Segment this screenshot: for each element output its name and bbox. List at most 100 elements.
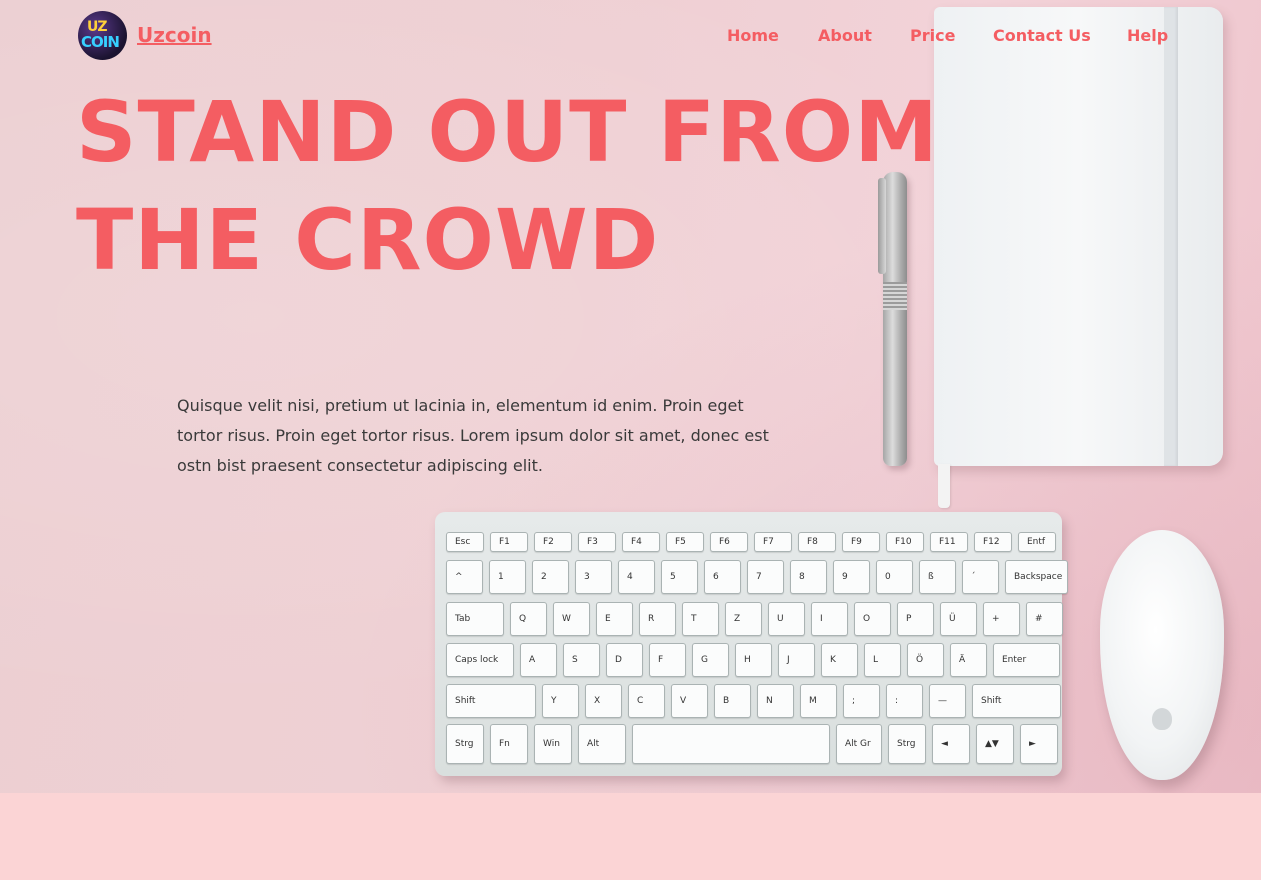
key-label: F10 bbox=[895, 537, 912, 547]
nav-contact-us[interactable]: Contact Us bbox=[993, 26, 1091, 45]
key-label: Alt Gr bbox=[845, 739, 871, 749]
hero-section: Esc F1 F2 F3 F4 F5 F6 F7 F8 F9 F10 F11 F12 Entf ^ 1 2 3 4 5… bbox=[0, 0, 1261, 793]
key: 2 bbox=[532, 560, 569, 594]
key-label: G bbox=[701, 655, 708, 665]
mouse-image bbox=[1100, 530, 1224, 780]
key: 9 bbox=[833, 560, 870, 594]
key-label: 4 bbox=[627, 572, 633, 582]
headline-line-1: STAND OUT FROM bbox=[76, 83, 939, 181]
key-label: Z bbox=[734, 614, 741, 624]
key: ► bbox=[1020, 724, 1058, 764]
nav-about[interactable]: About bbox=[818, 26, 872, 45]
key-label: H bbox=[744, 655, 751, 665]
key-label: F11 bbox=[939, 537, 956, 547]
key-label: C bbox=[637, 696, 644, 706]
nav-price[interactable]: Price bbox=[910, 26, 955, 45]
key-label: F5 bbox=[675, 537, 686, 547]
nav-home[interactable]: Home bbox=[727, 26, 779, 45]
key: V bbox=[671, 684, 708, 718]
key: Ä bbox=[950, 643, 987, 677]
key: F9 bbox=[842, 532, 880, 552]
key: Enter bbox=[993, 643, 1060, 677]
keyboard-row: Tab Q W E R T Z U I O P Ü + # bbox=[446, 602, 1063, 636]
key: Win bbox=[534, 724, 572, 764]
key-label: 5 bbox=[670, 572, 676, 582]
hero-description: Quisque velit nisi, pretium ut lacinia i… bbox=[177, 396, 769, 475]
key-label: A bbox=[529, 655, 536, 665]
key: # bbox=[1026, 602, 1063, 636]
key: Ö bbox=[907, 643, 944, 677]
nav-help[interactable]: Help bbox=[1127, 26, 1168, 45]
notebook-ribbon bbox=[938, 464, 950, 508]
key: Caps lock bbox=[446, 643, 514, 677]
key-space bbox=[632, 724, 830, 764]
key-label: X bbox=[594, 696, 601, 706]
key: N bbox=[757, 684, 794, 718]
key: H bbox=[735, 643, 772, 677]
key: 5 bbox=[661, 560, 698, 594]
key-label: L bbox=[873, 655, 879, 665]
key-label: F bbox=[658, 655, 664, 665]
key: F5 bbox=[666, 532, 704, 552]
key-label: U bbox=[777, 614, 784, 624]
key: ^ bbox=[446, 560, 483, 594]
key: F7 bbox=[754, 532, 792, 552]
key-label: V bbox=[680, 696, 687, 706]
key-label: 9 bbox=[842, 572, 848, 582]
key: F2 bbox=[534, 532, 572, 552]
key: ; bbox=[843, 684, 880, 718]
key: Backspace bbox=[1005, 560, 1068, 594]
key-label: Ö bbox=[916, 655, 924, 665]
key-label: M bbox=[809, 696, 817, 706]
key-label: I bbox=[820, 614, 823, 624]
key-label: W bbox=[562, 614, 571, 624]
keyboard-row: Shift Y X C V B N M;: — Shift bbox=[446, 684, 1061, 718]
key-label: Win bbox=[543, 739, 560, 749]
key: B bbox=[714, 684, 751, 718]
key-label: Enter bbox=[1002, 655, 1027, 665]
key: 7 bbox=[747, 560, 784, 594]
key: Fn bbox=[490, 724, 528, 764]
apple-logo-icon bbox=[1152, 708, 1172, 730]
key-label: D bbox=[615, 655, 622, 665]
key: Entf bbox=[1018, 532, 1056, 552]
brand-name[interactable]: Uzcoin bbox=[137, 23, 212, 47]
key-label: 3 bbox=[584, 572, 590, 582]
key: ß bbox=[919, 560, 956, 594]
key: G bbox=[692, 643, 729, 677]
key-label: F1 bbox=[499, 537, 510, 547]
key: C bbox=[628, 684, 665, 718]
key-label: F2 bbox=[543, 537, 554, 547]
key: F4 bbox=[622, 532, 660, 552]
key-label: ; bbox=[852, 696, 856, 706]
key-label: E bbox=[605, 614, 611, 624]
key-label: 1 bbox=[498, 572, 504, 582]
key: W bbox=[553, 602, 590, 636]
key: Ü bbox=[940, 602, 977, 636]
key-label: # bbox=[1035, 614, 1043, 624]
key-label: T bbox=[691, 614, 697, 624]
key: U bbox=[768, 602, 805, 636]
key-label: + bbox=[992, 614, 1000, 624]
key: 8 bbox=[790, 560, 827, 594]
key: S bbox=[563, 643, 600, 677]
key-label: Backspace bbox=[1014, 572, 1063, 582]
key: I bbox=[811, 602, 848, 636]
key: R bbox=[639, 602, 676, 636]
key: Q bbox=[510, 602, 547, 636]
key-label: B bbox=[723, 696, 730, 706]
key-label: F6 bbox=[719, 537, 730, 547]
key-label: Esc bbox=[455, 537, 471, 547]
key-label: 2 bbox=[541, 572, 547, 582]
key-label: P bbox=[906, 614, 912, 624]
key-label: Shift bbox=[981, 696, 1002, 706]
key: F3 bbox=[578, 532, 616, 552]
key-label: R bbox=[648, 614, 655, 624]
key-label: Ü bbox=[949, 614, 956, 624]
key-label: O bbox=[863, 614, 871, 624]
key: L bbox=[864, 643, 901, 677]
key-label: 7 bbox=[756, 572, 762, 582]
key-label: Strg bbox=[455, 739, 474, 749]
brand-logo[interactable]: UZ COIN bbox=[78, 11, 127, 60]
key: E bbox=[596, 602, 633, 636]
